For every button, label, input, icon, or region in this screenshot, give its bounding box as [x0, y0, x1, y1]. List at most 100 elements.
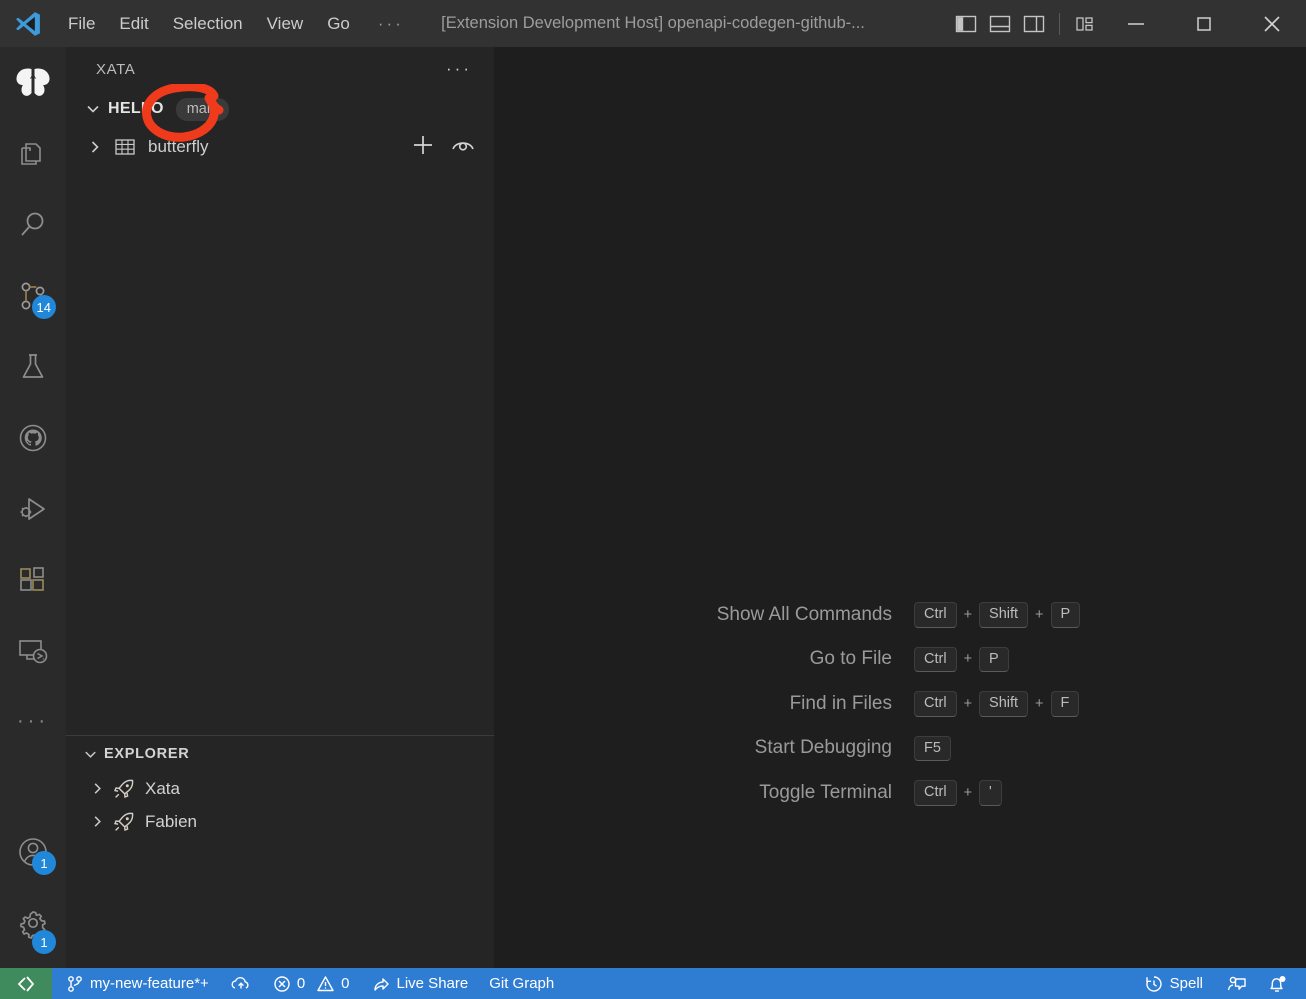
add-record-icon[interactable]	[410, 132, 436, 163]
error-icon	[274, 975, 290, 992]
status-git-graph[interactable]: Git Graph	[477, 968, 563, 999]
key-cap: Ctrl	[914, 646, 957, 672]
shortcut-row-go-to-file: Go to File Ctrl + P	[494, 646, 1306, 672]
rocket-icon	[112, 777, 136, 801]
maximize-button[interactable]	[1170, 0, 1238, 47]
welcome-shortcuts: Show All Commands Ctrl + Shift + P Go to…	[494, 602, 1306, 806]
shortcut-keys: Ctrl + Shift + F	[914, 691, 1080, 717]
status-feedback[interactable]	[1212, 968, 1262, 999]
shortcut-row-find-in-files: Find in Files Ctrl + Shift + F	[494, 691, 1306, 717]
xata-pane: XATA ··· HELLO main butterfly	[66, 47, 494, 735]
toggle-secondary-sidebar-icon[interactable]	[1017, 0, 1051, 47]
xata-pane-header: XATA ···	[66, 47, 494, 91]
menu-item-view[interactable]: View	[255, 0, 316, 47]
key-cap: Shift	[979, 691, 1029, 717]
github-icon[interactable]	[0, 402, 66, 473]
title-bar-actions	[949, 0, 1306, 47]
explorer-item-xata[interactable]: Xata	[66, 772, 494, 805]
status-bar: my-new-feature*+ 0 0 Live Share Git Grap…	[0, 968, 1306, 999]
editor-area: Show All Commands Ctrl + Shift + P Go to…	[494, 47, 1306, 968]
status-live-share-label: Live Share	[396, 975, 469, 992]
notifications-bell-icon	[1270, 975, 1286, 992]
explorer-pane-header[interactable]: EXPLORER	[66, 736, 494, 772]
sync-cloud-icon	[231, 976, 249, 989]
run-and-debug-icon[interactable]	[0, 473, 66, 544]
status-bar-right: Spell	[1135, 968, 1306, 999]
chevron-right-icon[interactable]	[80, 139, 110, 155]
source-control-badge: 14	[31, 295, 56, 319]
key-separator: +	[963, 606, 973, 623]
key-cap: P	[1050, 602, 1081, 628]
settings-gear-icon[interactable]: 1	[0, 887, 66, 958]
vscode-logo-icon	[0, 0, 56, 47]
menu-item-file[interactable]: File	[56, 0, 107, 47]
branch-badge[interactable]: main	[175, 97, 230, 121]
shortcut-keys: Ctrl + P	[914, 646, 1009, 672]
close-button[interactable]	[1238, 0, 1306, 47]
menu-item-more[interactable]: ···	[362, 0, 420, 47]
chevron-down-icon[interactable]	[78, 101, 108, 117]
xata-butterfly-icon[interactable]	[0, 47, 66, 118]
status-error-count: 0	[296, 975, 306, 992]
status-live-share[interactable]: Live Share	[359, 968, 478, 999]
table-row[interactable]: butterfly	[66, 127, 494, 167]
shortcut-keys: Ctrl + Shift + P	[914, 602, 1081, 628]
additional-views-icon[interactable]: ···	[0, 686, 66, 757]
menu-item-selection[interactable]: Selection	[161, 0, 255, 47]
status-spell[interactable]: Spell	[1135, 968, 1212, 999]
git-branch-icon	[68, 975, 82, 992]
key-cap: F5	[914, 735, 951, 761]
status-git-graph-label: Git Graph	[489, 975, 555, 992]
remote-explorer-icon[interactable]	[0, 615, 66, 686]
key-cap: F	[1050, 691, 1080, 717]
shortcut-row-start-debugging: Start Debugging F5	[494, 735, 1306, 761]
customize-layout-icon[interactable]	[1068, 0, 1102, 47]
status-notifications[interactable]	[1262, 968, 1306, 999]
primary-sidebar: XATA ··· HELLO main butterfly EXPLORER X…	[66, 47, 494, 968]
shortcut-label: Go to File	[809, 648, 892, 670]
status-warning-count: 0	[341, 975, 350, 992]
status-sync[interactable]	[218, 968, 264, 999]
toggle-primary-sidebar-icon[interactable]	[949, 0, 983, 47]
chevron-right-icon[interactable]	[82, 814, 112, 829]
extensions-icon[interactable]	[0, 544, 66, 615]
menu-item-edit[interactable]: Edit	[107, 0, 160, 47]
chevron-right-icon[interactable]	[82, 781, 112, 796]
key-separator: +	[1035, 695, 1044, 712]
shortcut-row-toggle-terminal: Toggle Terminal Ctrl + '	[494, 780, 1306, 806]
database-row-hello[interactable]: HELLO main	[66, 91, 494, 127]
accounts-icon[interactable]: 1	[0, 816, 66, 887]
key-cap: Ctrl	[914, 691, 957, 717]
xata-more-actions-icon[interactable]: ···	[446, 59, 472, 79]
explorer-icon[interactable]	[0, 118, 66, 189]
key-separator: +	[1035, 606, 1044, 623]
chevron-down-icon[interactable]	[76, 747, 104, 762]
shortcut-keys: Ctrl + '	[914, 780, 1002, 806]
toggle-panel-icon[interactable]	[983, 0, 1017, 47]
vscode-window: File Edit Selection View Go ··· [Extensi…	[0, 0, 1306, 999]
search-icon[interactable]	[0, 189, 66, 260]
key-cap: Ctrl	[914, 780, 957, 806]
status-branch-label: my-new-feature*+	[90, 975, 209, 992]
accounts-badge: 1	[32, 851, 56, 875]
key-separator: +	[963, 695, 973, 712]
preview-table-icon[interactable]	[450, 135, 476, 160]
table-name: butterfly	[148, 137, 209, 156]
minimize-button[interactable]	[1102, 0, 1170, 47]
xata-pane-title: XATA	[96, 60, 136, 78]
key-cap: P	[979, 646, 1009, 672]
status-branch[interactable]: my-new-feature*+	[52, 968, 218, 999]
explorer-pane-title: EXPLORER	[104, 746, 190, 762]
settings-badge: 1	[32, 930, 56, 954]
shortcut-label: Start Debugging	[754, 737, 892, 759]
feedback-icon	[1227, 976, 1246, 990]
status-problems[interactable]: 0 0	[264, 968, 359, 999]
remote-window-icon[interactable]	[0, 968, 52, 999]
testing-flask-icon[interactable]	[0, 331, 66, 402]
menu-item-go[interactable]: Go	[315, 0, 362, 47]
explorer-item-label: Xata	[145, 778, 180, 798]
title-bar: File Edit Selection View Go ··· [Extensi…	[0, 0, 1306, 47]
explorer-item-fabien[interactable]: Fabien	[66, 805, 494, 838]
database-name: HELLO	[108, 100, 164, 117]
source-control-icon[interactable]: 14	[0, 260, 66, 331]
